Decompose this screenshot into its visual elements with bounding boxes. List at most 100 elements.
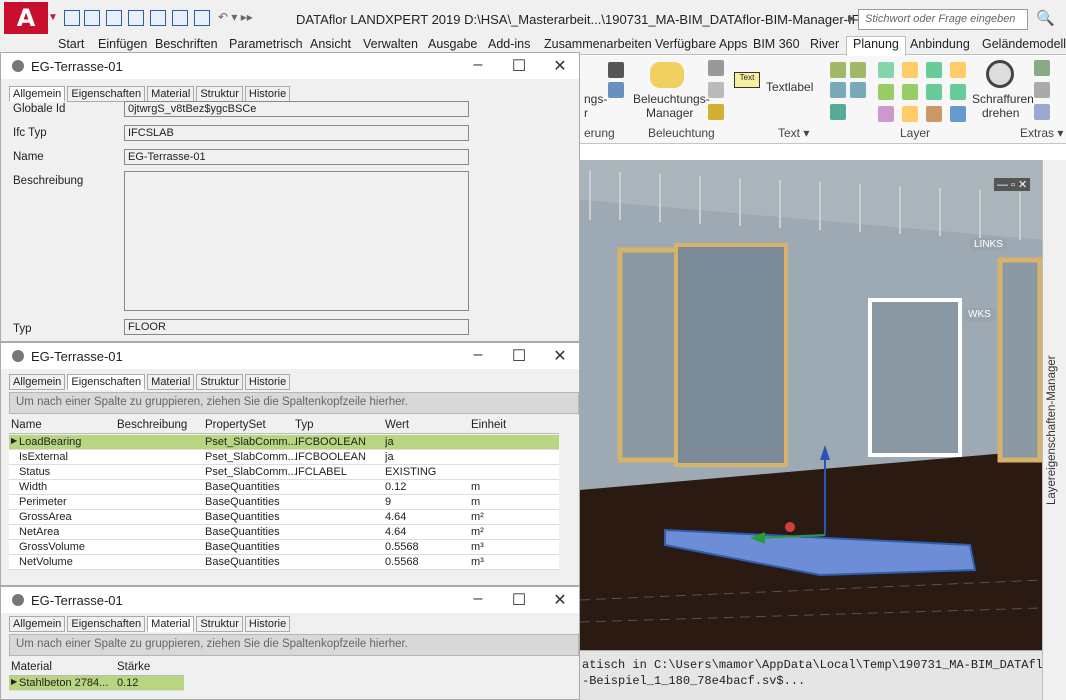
wcs-label[interactable]: WKS	[964, 308, 995, 321]
name-field[interactable]: EG-Terrasse-01	[124, 149, 469, 165]
share-icon[interactable]	[172, 10, 188, 26]
column-header-typ[interactable]: Typ	[295, 419, 314, 431]
extras-tool-1-icon[interactable]	[1034, 60, 1050, 76]
hatch-rotate-icon[interactable]	[986, 60, 1014, 88]
tab-anbindung[interactable]: Anbindung	[910, 37, 970, 51]
save-icon[interactable]	[106, 10, 122, 26]
tab-gelaendemodell[interactable]: Geländemodell	[982, 37, 1066, 51]
column-header-name[interactable]: Name	[11, 419, 42, 431]
group-drop-area[interactable]: Um nach einer Spalte zu gruppieren, zieh…	[9, 392, 579, 414]
binoculars-icon[interactable]: 🔍	[1036, 9, 1055, 27]
text-tool-4-icon[interactable]	[850, 82, 866, 98]
schraffuren-drehen-label-2[interactable]: drehen	[982, 106, 1019, 120]
minimize-button[interactable]: –	[467, 56, 489, 74]
tab-verfuegbare-apps[interactable]: Verfügbare Apps	[655, 37, 747, 51]
tab-planung[interactable]: Planung	[846, 36, 906, 56]
minimize-button[interactable]: –	[467, 590, 489, 608]
table-row[interactable]: GrossArea BaseQuantities 4.64 m²	[9, 510, 559, 525]
app-menu-button[interactable]: A	[4, 2, 48, 34]
new-file-icon[interactable]	[64, 10, 80, 26]
tab-historie[interactable]: Historie	[244, 86, 291, 102]
beschreibung-field[interactable]	[124, 171, 469, 311]
tab-struktur[interactable]: Struktur	[196, 616, 243, 632]
lightbulb-icon[interactable]	[650, 62, 684, 88]
table-row[interactable]: Width BaseQuantities 0.12 m	[9, 480, 559, 495]
layer-tool-4-icon[interactable]	[950, 62, 966, 78]
column-header-beschreibung[interactable]: Beschreibung	[117, 419, 187, 431]
table-row[interactable]: Perimeter BaseQuantities 9 m	[9, 495, 559, 510]
tab-beschriften[interactable]: Beschriften	[155, 37, 218, 51]
ribbon-group-extras[interactable]: Extras ▾	[1020, 126, 1063, 140]
column-header-staerke[interactable]: Stärke	[117, 661, 150, 673]
minimize-button[interactable]: –	[467, 346, 489, 364]
tab-allgemein[interactable]: Allgemein	[9, 374, 66, 390]
layer-tool-9-icon[interactable]	[878, 106, 894, 122]
textlabel-icon[interactable]: Text	[734, 72, 760, 88]
column-header-wert[interactable]: Wert	[385, 419, 409, 431]
layer-tool-11-icon[interactable]	[926, 106, 942, 122]
ifc-typ-field[interactable]: IFCSLAB	[124, 125, 469, 141]
layer-properties-panel-label[interactable]: Layereigenschaften-Manager	[1046, 170, 1062, 690]
tab-parametrisch[interactable]: Parametrisch	[229, 37, 303, 51]
layer-tool-1-icon[interactable]	[878, 62, 894, 78]
viewport-controls[interactable]: — ▫ ✕	[994, 178, 1031, 191]
table-row[interactable]: NetArea BaseQuantities 4.64 m²	[9, 525, 559, 540]
light-tool-2-icon[interactable]	[708, 82, 724, 98]
group-drop-area[interactable]: Um nach einer Spalte zu gruppieren, zieh…	[9, 634, 579, 656]
text-tool-5-icon[interactable]	[830, 104, 846, 120]
layer-tool-3-icon[interactable]	[926, 62, 942, 78]
layer-tool-12-icon[interactable]	[950, 106, 966, 122]
planung-tool-icon[interactable]	[608, 62, 624, 78]
close-button[interactable]: ✕	[549, 346, 571, 366]
layer-tool-7-icon[interactable]	[926, 84, 942, 100]
typ-field[interactable]: FLOOR	[124, 319, 469, 335]
tab-historie[interactable]: Historie	[244, 374, 291, 390]
text-tool-2-icon[interactable]	[850, 62, 866, 78]
tab-river[interactable]: River	[810, 37, 839, 51]
table-row[interactable]: IsExternal Pset_SlabComm... IFCBOOLEAN ja	[9, 450, 559, 465]
globale-id-field[interactable]: 0jtwrgS_v8tBez$ygcBSCe	[124, 101, 469, 117]
tab-material[interactable]: Material	[147, 616, 195, 632]
text-tool-3-icon[interactable]	[830, 82, 846, 98]
tab-struktur[interactable]: Struktur	[196, 86, 243, 102]
table-row[interactable]: Status Pset_SlabComm... IFCLABEL EXISTING	[9, 465, 559, 480]
schraffuren-drehen-label-1[interactable]: Schraffuren	[972, 92, 1034, 106]
tab-struktur[interactable]: Struktur	[196, 374, 243, 390]
print-icon[interactable]	[194, 10, 210, 26]
textlabel-button[interactable]: Textlabel	[766, 80, 813, 94]
app-menu-arrow-icon[interactable]: ▼	[48, 12, 58, 23]
3d-model-view[interactable]	[580, 160, 1042, 650]
tab-verwalten[interactable]: Verwalten	[363, 37, 418, 51]
export-icon[interactable]	[150, 10, 166, 26]
tab-material[interactable]: Material	[147, 374, 195, 390]
tab-einfuegen[interactable]: Einfügen	[98, 37, 147, 51]
maximize-button[interactable]: ☐	[508, 56, 530, 76]
save-as-icon[interactable]	[128, 10, 144, 26]
column-header-einheit[interactable]: Einheit	[471, 419, 506, 431]
table-row[interactable]: NetVolume BaseQuantities 0.5568 m³	[9, 555, 559, 570]
planung-tool-2-icon[interactable]	[608, 82, 624, 98]
table-row[interactable]: GrossVolume BaseQuantities 0.5568 m³	[9, 540, 559, 555]
tab-bim-360[interactable]: BIM 360	[753, 37, 800, 51]
search-expand-icon[interactable]: ▶	[848, 13, 855, 24]
beleuchtungs-manager-label-2[interactable]: Manager	[646, 106, 693, 120]
ribbon-group-text[interactable]: Text ▾	[778, 126, 809, 140]
tab-allgemein[interactable]: Allgemein	[9, 616, 66, 632]
tab-add-ins[interactable]: Add-ins	[488, 37, 530, 51]
layer-tool-10-icon[interactable]	[902, 106, 918, 122]
text-tool-1-icon[interactable]	[830, 62, 846, 78]
drawing-viewport[interactable]: — ▫ ✕ LINKS WKS	[580, 160, 1042, 650]
layer-tool-8-icon[interactable]	[950, 84, 966, 100]
layer-tool-6-icon[interactable]	[902, 84, 918, 100]
maximize-button[interactable]: ☐	[508, 346, 530, 366]
table-row[interactable]: ▶ LoadBearing Pset_SlabComm... IFCBOOLEAN ja	[9, 435, 559, 450]
close-button[interactable]: ✕	[549, 56, 571, 76]
maximize-button[interactable]: ☐	[508, 590, 530, 610]
search-input[interactable]: Stichwort oder Frage eingeben	[858, 9, 1028, 30]
tab-historie[interactable]: Historie	[244, 616, 291, 632]
extras-tool-2-icon[interactable]	[1034, 82, 1050, 98]
light-tool-1-icon[interactable]	[708, 60, 724, 76]
open-folder-icon[interactable]	[84, 10, 100, 26]
layer-tool-5-icon[interactable]	[878, 84, 894, 100]
undo-icon[interactable]: ↶ ▾ ▸▸	[218, 10, 253, 24]
